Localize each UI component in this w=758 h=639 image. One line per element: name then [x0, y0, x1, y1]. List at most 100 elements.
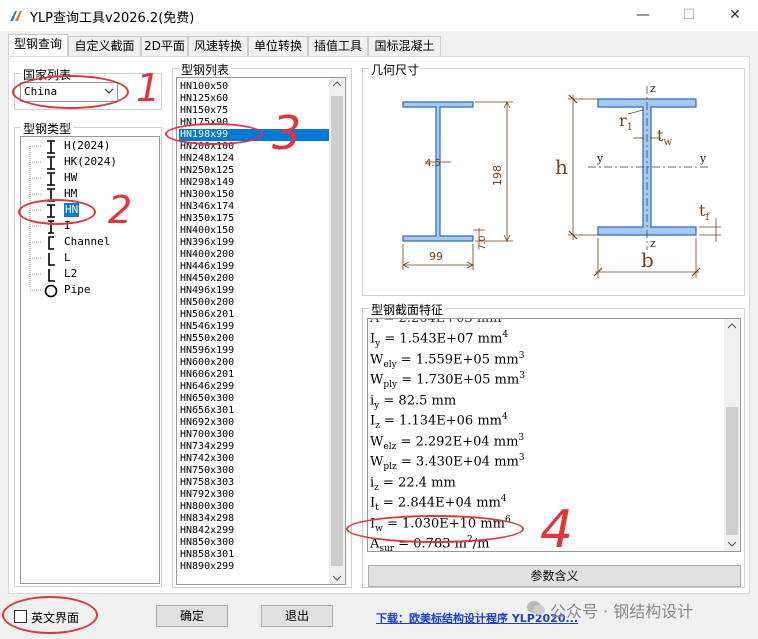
profile-list-item[interactable]: HN350x175 [180, 213, 330, 225]
hk-section-icon [47, 156, 55, 170]
label-y-left: y [596, 152, 604, 165]
tree-item-h2024[interactable]: H(2024) [64, 139, 110, 153]
geometry-group-title: 几何尺寸 [369, 61, 422, 78]
confirm-button[interactable]: 确定 [156, 605, 228, 627]
dim-web-thickness: 4.5 [425, 158, 441, 169]
h-section-icon [47, 140, 55, 154]
tree-item-l[interactable]: L [64, 251, 71, 265]
profile-list-item[interactable]: HN692x300 [180, 417, 330, 429]
property-row: Iy = 1.543E+07 mm4 [370, 325, 509, 349]
profile-list-item[interactable]: HN400x200 [180, 249, 330, 261]
watermark-text: 公众号 · 钢结构设计 [550, 602, 694, 621]
tab-interpolation[interactable]: 插值工具 [308, 36, 368, 56]
profile-list-item[interactable]: HN600x200 [180, 357, 330, 369]
profile-list-item[interactable]: HN396x199 [180, 237, 330, 249]
download-link[interactable]: 下载：欧美标结构设计程序 YLP2020... [376, 610, 578, 626]
profile-list-item[interactable]: HN450x200 [180, 273, 330, 285]
annotation-number-1: 1 [136, 66, 161, 110]
pipe-section-icon [44, 284, 58, 298]
tab-wind-speed[interactable]: 风速转换 [188, 36, 248, 56]
label-b: b [641, 248, 654, 272]
profile-list-item[interactable]: HN346x174 [180, 201, 330, 213]
profile-list-item[interactable]: HN125x60 [180, 93, 330, 105]
tab-steel-query[interactable]: 型钢查询 [8, 34, 68, 56]
profile-list-item[interactable]: HN858x301 [180, 549, 330, 561]
scroll-up-arrow-icon[interactable] [333, 81, 341, 87]
annotation-circle-3 [165, 123, 263, 145]
profile-list-item[interactable]: HN646x299 [180, 381, 330, 393]
prop-symbol: W [370, 351, 384, 367]
profile-list-item[interactable]: HN546x199 [180, 321, 330, 333]
section-diagram: 4.5 198 7.0 99 h b r1 tw tf y y z z [402, 82, 721, 278]
profile-list-item[interactable]: HN734x299 [180, 441, 330, 453]
window-title: YLP查询工具v2026.2(免费) [30, 11, 195, 26]
profile-list-item[interactable]: HN842x299 [180, 525, 330, 537]
property-row: Iz = 1.134E+06 mm4 [370, 407, 508, 431]
tab-gb-concrete[interactable]: 国标混凝土 [368, 36, 441, 56]
profile-list[interactable]: HN100x50 HN125x60 HN150x75 HN175x90 HN198x99… [176, 77, 346, 585]
title-bar[interactable]: YLP查询工具v2026.2(免费) — ☐ ✕ [0, 0, 758, 31]
profile-list-item[interactable]: HN596x199 [180, 345, 330, 357]
label-tf: tf [699, 201, 710, 223]
tree-item-pipe[interactable]: Pipe [64, 283, 91, 297]
profile-list-item[interactable]: HN248x124 [180, 153, 330, 165]
tree-item-hk2024[interactable]: HK(2024) [64, 155, 117, 169]
profile-list-item[interactable]: HN150x75 [180, 105, 330, 117]
dim-section-height: 198 [491, 165, 504, 186]
exit-button[interactable]: 退出 [261, 605, 333, 627]
profile-list-item[interactable]: HN750x300 [180, 465, 330, 477]
prop-value: = 82.5 mm [379, 392, 457, 408]
tree-item-hw[interactable]: HW [64, 171, 77, 185]
profile-list-item[interactable]: HN550x200 [180, 333, 330, 345]
channel-section-icon [48, 236, 54, 250]
profile-list-item[interactable]: HN656x301 [180, 405, 330, 417]
prop-value: = 3.430E+04 mm [396, 454, 519, 470]
profile-list-item[interactable]: HN700x300 [180, 429, 330, 441]
profile-list-scroll-thumb[interactable] [331, 96, 343, 566]
tree-item-channel[interactable]: Channel [64, 235, 110, 249]
prop-exponent: 4 [502, 330, 509, 340]
profile-list-item[interactable]: HN100x50 [180, 81, 330, 93]
profile-list-item[interactable]: HN758x303 [180, 477, 330, 489]
profile-list-item[interactable]: HN250x125 [180, 165, 330, 177]
properties-scrollbar[interactable] [724, 319, 740, 551]
tab-2d-frame[interactable]: 2D平面 [141, 36, 188, 56]
profile-list-item[interactable]: HN792x300 [180, 489, 330, 501]
profile-list-item[interactable]: HN300x150 [180, 189, 330, 201]
param-meaning-button[interactable]: 参数含义 [368, 565, 741, 587]
profile-list-item[interactable]: HN850x300 [180, 537, 330, 549]
profile-list-item[interactable]: HN400x150 [180, 225, 330, 237]
tree-item-l2[interactable]: L2 [64, 267, 77, 281]
profile-list-scrollbar[interactable] [329, 78, 345, 584]
profile-list-item[interactable]: HN834x298 [180, 513, 330, 525]
profile-list-item[interactable]: HN742x300 [180, 453, 330, 465]
scroll-down-arrow-icon[interactable] [333, 575, 341, 581]
profile-list-item[interactable]: HN890x299 [180, 561, 330, 573]
profile-list-item[interactable]: HN506x201 [180, 309, 330, 321]
label-h: h [555, 155, 568, 179]
props-scroll-up-icon[interactable] [728, 323, 736, 329]
profile-list-item[interactable]: HN800x300 [180, 501, 330, 513]
property-row: Wply = 1.730E+05 mm3 [370, 366, 525, 390]
profile-list-item[interactable]: HN500x200 [180, 297, 330, 309]
properties-group-title: 型钢截面特征 [369, 301, 446, 318]
maximize-button[interactable]: ☐ [666, 0, 712, 31]
close-button[interactable]: ✕ [712, 0, 758, 31]
prop-symbol: W [370, 372, 384, 388]
tab-custom-section[interactable]: 自定义截面 [68, 36, 141, 56]
profile-list-item[interactable]: HN298x149 [180, 177, 330, 189]
profile-list-item[interactable]: HN606x201 [180, 369, 330, 381]
props-scroll-down-icon[interactable] [728, 541, 736, 547]
profile-list-item[interactable]: HN496x199 [180, 285, 330, 297]
annotation-circle-2 [18, 199, 96, 225]
property-row: iz = 22.4 mm [370, 469, 456, 493]
profile-list-item[interactable]: HN650x300 [180, 393, 330, 405]
minimize-button[interactable]: — [620, 0, 666, 31]
tab-unit-convert[interactable]: 单位转换 [248, 36, 308, 56]
prop-value: = 2.844E+04 mm [378, 495, 501, 511]
properties-scroll-thumb[interactable] [726, 407, 738, 535]
annotation-circle-4 [346, 515, 524, 543]
profile-list-item[interactable]: HN446x199 [180, 261, 330, 273]
wechat-icon [527, 601, 545, 615]
property-row: iy = 82.5 mm [370, 387, 457, 411]
